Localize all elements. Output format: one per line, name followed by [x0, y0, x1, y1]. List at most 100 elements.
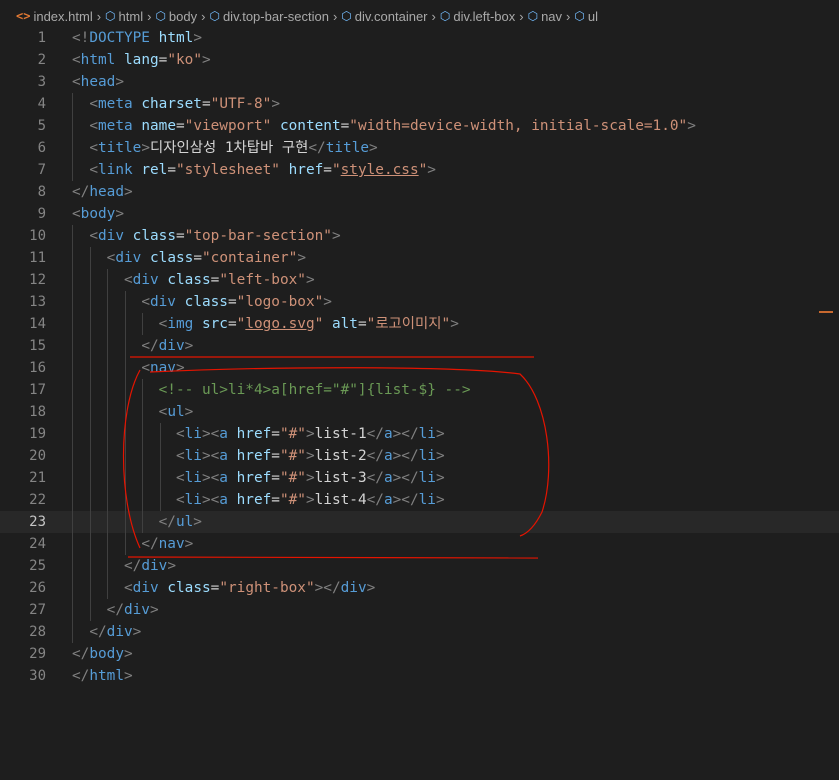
code-line[interactable]: 25 </div>: [0, 555, 839, 577]
code-text: </body>: [72, 646, 133, 662]
line-number: 22: [29, 492, 46, 508]
code-line[interactable]: 11 <div class="container">: [0, 247, 839, 269]
code-line[interactable]: 5 <meta name="viewport" content="width=d…: [0, 115, 839, 137]
chevron-right-icon: ›: [147, 8, 152, 24]
chevron-right-icon: ›: [332, 8, 338, 24]
line-number: 2: [37, 52, 46, 68]
code-line[interactable]: 7 <link rel="stylesheet" href="style.css…: [0, 159, 839, 181]
indent-guide: [72, 93, 73, 181]
code-line[interactable]: 29 </body>: [0, 643, 839, 665]
code-line[interactable]: 3 <head>: [0, 71, 839, 93]
code-text: <nav>: [141, 360, 185, 376]
indent-guide: [107, 269, 108, 599]
line-number: 27: [29, 602, 46, 618]
code-text: <!DOCTYPE html>: [72, 30, 202, 46]
code-text: <meta charset="UTF-8">: [89, 96, 280, 112]
code-line[interactable]: 6 <title>디자인삼성 1차탑바 구현</title>: [0, 137, 839, 159]
line-number: 26: [29, 580, 46, 596]
line-number: 15: [29, 338, 46, 354]
line-number: 23: [29, 514, 46, 530]
line-number: 3: [37, 74, 46, 90]
code-text: <img src="logo.svg" alt="로고이미지">: [158, 316, 459, 332]
code-text: </div>: [123, 558, 176, 574]
breadcrumb-label: div.left-box: [453, 8, 516, 24]
code-text: </ul>: [158, 514, 202, 530]
code-line[interactable]: 26 <div class="right-box"></div>: [0, 577, 839, 599]
code-text: <div class="right-box"></div>: [123, 580, 376, 596]
breadcrumb-left-box[interactable]: ⬡ div.left-box: [440, 9, 515, 24]
breadcrumb-label: nav: [541, 8, 563, 24]
line-number: 9: [37, 206, 46, 222]
line-number: 17: [29, 382, 46, 398]
code-text: <head>: [72, 74, 124, 90]
breadcrumb-top-bar-section[interactable]: ⬡ div.top-bar-section: [209, 9, 328, 24]
code-text: <html lang="ko">: [72, 52, 211, 68]
line-number: 5: [37, 118, 46, 134]
chevron-right-icon: ›: [519, 8, 524, 24]
breadcrumb-label: index.html: [33, 8, 93, 24]
breadcrumb-label: div.top-bar-section: [222, 8, 329, 24]
code-text: <div class="left-box">: [123, 272, 315, 288]
code-text: <li><a href="#">list-2</a></li>: [175, 448, 445, 464]
line-number: 1: [37, 30, 46, 46]
code-text: <!-- ul>li*4>a[href="#"]{list-$} -->: [158, 382, 471, 398]
code-text: <meta name="viewport" content="width=dev…: [89, 118, 696, 134]
code-line[interactable]: 27 </div>: [0, 599, 839, 621]
breadcrumb-body[interactable]: ⬡ body: [155, 9, 197, 24]
breadcrumb-label: body: [168, 8, 198, 24]
code-line[interactable]: 12 <div class="left-box">: [0, 269, 839, 291]
code-text: <link rel="stylesheet" href="style.css">: [89, 162, 436, 178]
code-line[interactable]: 8 </head>: [0, 181, 839, 203]
code-text: </div>: [106, 602, 159, 618]
indent-guide: [72, 225, 73, 643]
symbol-cube-icon: ⬡: [439, 9, 451, 23]
breadcrumb-html[interactable]: ⬡ html: [105, 9, 143, 24]
code-text: <div class="container">: [106, 250, 306, 266]
line-number: 24: [29, 536, 46, 552]
symbol-cube-icon: ⬡: [105, 9, 116, 23]
line-number: 30: [29, 668, 46, 684]
code-text: <li><a href="#">list-1</a></li>: [175, 426, 445, 442]
indent-guide: [125, 291, 126, 555]
symbol-cube-icon: ⬡: [527, 9, 539, 23]
indent-guide: [90, 247, 91, 621]
indent-guide: [160, 423, 161, 511]
line-number: 21: [29, 470, 46, 486]
line-number: 28: [29, 624, 46, 640]
code-text: <li><a href="#">list-3</a></li>: [175, 470, 445, 486]
line-number: 14: [29, 316, 46, 332]
line-number: 25: [29, 558, 46, 574]
code-text: <body>: [72, 206, 124, 222]
code-line[interactable]: 28 </div>: [0, 621, 839, 643]
line-number: 16: [29, 360, 46, 376]
line-number: 12: [29, 272, 46, 288]
code-text: <title>디자인삼성 1차탑바 구현</title>: [89, 140, 378, 156]
breadcrumb-nav[interactable]: ⬡ nav: [528, 9, 562, 24]
indent-guide: [142, 379, 143, 533]
code-line[interactable]: 2 <html lang="ko">: [0, 49, 839, 71]
code-text: </html>: [72, 668, 133, 684]
chevron-right-icon: ›: [201, 8, 206, 24]
line-number: 18: [29, 404, 46, 420]
code-line[interactable]: 9 <body>: [0, 203, 839, 225]
line-number: 20: [29, 448, 46, 464]
breadcrumb-container[interactable]: ⬡ div.container: [341, 9, 427, 24]
line-number: 10: [29, 228, 46, 244]
chevron-right-icon: ›: [566, 8, 571, 24]
code-line[interactable]: 4 <meta charset="UTF-8">: [0, 93, 839, 115]
code-line[interactable]: 1 <!DOCTYPE html>: [0, 27, 839, 49]
breadcrumb-file[interactable]: <> index.html: [16, 9, 93, 24]
code-text: <div class="logo-box">: [141, 294, 332, 310]
code-line[interactable]: 10 <div class="top-bar-section">: [0, 225, 839, 247]
code-text: <div class="top-bar-section">: [89, 228, 341, 244]
code-text: <li><a href="#">list-4</a></li>: [175, 492, 445, 508]
code-line[interactable]: 30 </html>: [0, 665, 839, 687]
line-number: 29: [29, 646, 46, 662]
breadcrumb-ul[interactable]: ⬡ ul: [574, 9, 598, 24]
chevron-right-icon: ›: [96, 8, 102, 24]
line-number: 6: [37, 140, 46, 156]
code-text: </head>: [72, 184, 133, 200]
line-number: 7: [37, 162, 46, 178]
line-number: 19: [29, 426, 46, 442]
line-number: 8: [37, 184, 46, 200]
